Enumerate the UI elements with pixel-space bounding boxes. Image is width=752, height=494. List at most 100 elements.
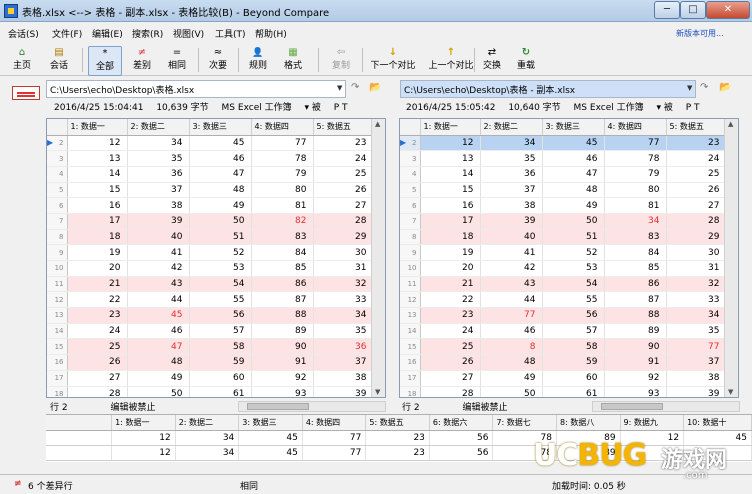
minimize-button[interactable]: ─ (654, 1, 680, 19)
table-cell[interactable]: 13 (420, 150, 481, 167)
table-cell[interactable]: 21 (67, 276, 128, 293)
menu-help[interactable]: 帮助(H) (255, 27, 287, 40)
table-cell[interactable]: 47 (127, 338, 190, 356)
table-cell[interactable]: 29 (666, 229, 727, 246)
table-row[interactable]: 9 19 41 52 84 30 (400, 244, 727, 261)
table-cell[interactable]: 44 (480, 291, 543, 309)
table-row[interactable]: 2 12 34 45 77 23 (400, 135, 727, 152)
table-cell[interactable]: 77 (480, 307, 543, 324)
table-row[interactable]: 15 25 8 58 90 77 (400, 338, 727, 356)
left-column-header[interactable]: 5: 数据五 (313, 119, 374, 136)
table-cell[interactable]: 27 (67, 370, 128, 387)
table-cell[interactable]: 36 (480, 166, 543, 183)
menu-search[interactable]: 搜索(R) (132, 27, 163, 40)
table-cell[interactable]: 19 (67, 244, 128, 261)
table-row[interactable]: 5 15 37 48 80 26 (400, 182, 727, 199)
table-cell[interactable]: 47 (542, 166, 605, 183)
table-cell[interactable]: 28 (666, 213, 727, 230)
right-column-header[interactable]: 3: 数据三 (542, 119, 605, 136)
table-cell[interactable]: 50 (480, 386, 543, 397)
table-cell[interactable]: 51 (542, 229, 605, 246)
table-cell[interactable]: 46 (480, 323, 543, 340)
table-cell[interactable]: 23 (420, 307, 481, 324)
table-cell[interactable]: 45 (542, 135, 605, 152)
table-cell[interactable]: 43 (480, 276, 543, 293)
table-row[interactable]: 13 23 45 56 88 34 (47, 307, 374, 324)
right-path-dropdown-icon[interactable]: ▼ (687, 84, 692, 92)
table-cell[interactable]: 46 (542, 150, 605, 167)
menu-session[interactable]: 会话(S) (8, 27, 39, 40)
next-diff-button[interactable]: ↓ 下一个对比 (366, 46, 420, 76)
table-cell[interactable]: 56 (542, 307, 605, 324)
table-cell[interactable]: 28 (313, 213, 374, 230)
table-cell[interactable]: 78 (604, 150, 667, 167)
table-cell[interactable]: 18 (67, 229, 128, 246)
left-scroll-thumb[interactable] (247, 403, 309, 410)
table-cell[interactable]: 36 (313, 338, 374, 356)
detail-cell[interactable]: 56 (429, 445, 494, 461)
session-button[interactable]: ▤ 会话 (42, 46, 76, 76)
left-file-format[interactable]: MS Excel 工作簿 (222, 103, 292, 113)
table-cell[interactable]: 39 (127, 213, 190, 230)
menu-view[interactable]: 视图(V) (173, 27, 204, 40)
table-cell[interactable]: 36 (127, 166, 190, 183)
detail-cell[interactable]: 77 (302, 430, 367, 446)
table-cell[interactable]: 20 (420, 260, 481, 277)
table-row[interactable]: 10 20 42 53 85 31 (47, 260, 374, 277)
table-row[interactable]: 11 21 43 54 86 32 (47, 276, 374, 293)
table-cell[interactable]: 54 (542, 276, 605, 293)
table-cell[interactable]: 23 (313, 135, 374, 152)
detail-cell[interactable]: 23 (365, 430, 430, 446)
show-diff-button[interactable]: ≠ 差别 (127, 46, 157, 76)
table-cell[interactable]: 60 (542, 370, 605, 387)
table-cell[interactable]: 33 (666, 291, 727, 309)
table-cell[interactable]: 88 (604, 307, 667, 324)
table-cell[interactable]: 90 (251, 338, 314, 356)
table-cell[interactable]: 93 (251, 386, 314, 397)
table-cell[interactable]: 81 (251, 197, 314, 214)
detail-cell[interactable]: 34 (175, 445, 240, 461)
table-cell[interactable]: 32 (666, 276, 727, 293)
table-cell[interactable]: 92 (604, 370, 667, 387)
table-cell[interactable]: 44 (127, 291, 190, 309)
table-row[interactable]: 4 14 36 47 79 25 (400, 166, 727, 183)
table-cell[interactable]: 34 (604, 213, 667, 230)
table-row[interactable]: 12 22 44 55 87 33 (47, 291, 374, 309)
table-cell[interactable]: 79 (604, 166, 667, 183)
right-column-header[interactable]: 4: 数据四 (604, 119, 667, 136)
table-cell[interactable]: 77 (251, 135, 314, 152)
table-cell[interactable]: 19 (420, 244, 481, 261)
table-cell[interactable]: 49 (480, 370, 543, 387)
table-row[interactable]: 6 16 38 49 81 27 (47, 197, 374, 214)
table-cell[interactable]: 85 (251, 260, 314, 277)
table-cell[interactable]: 48 (480, 354, 543, 371)
table-cell[interactable]: 41 (480, 244, 543, 261)
table-cell[interactable]: 45 (189, 135, 252, 152)
table-cell[interactable]: 88 (251, 307, 314, 324)
table-cell[interactable]: 28 (420, 386, 481, 397)
table-cell[interactable]: 17 (420, 213, 481, 230)
table-row[interactable]: 5 15 37 48 80 26 (47, 182, 374, 199)
left-column-header[interactable]: 1: 数据一 (67, 119, 128, 136)
table-cell[interactable]: 60 (189, 370, 252, 387)
menu-tools[interactable]: 工具(T) (215, 27, 246, 40)
table-row[interactable]: 14 24 46 57 89 35 (47, 323, 374, 340)
right-file-format[interactable]: MS Excel 工作簿 (574, 103, 644, 113)
table-cell[interactable]: 37 (480, 182, 543, 199)
table-cell[interactable]: 50 (542, 213, 605, 230)
table-cell[interactable]: 91 (251, 354, 314, 371)
table-cell[interactable]: 61 (542, 386, 605, 397)
table-cell[interactable]: 84 (251, 244, 314, 261)
table-cell[interactable]: 24 (666, 150, 727, 167)
table-cell[interactable]: 38 (313, 370, 374, 387)
right-file-extra[interactable]: ▾ 被 (656, 103, 672, 113)
table-row[interactable]: 2 12 34 45 77 23 (47, 135, 374, 152)
table-cell[interactable]: 26 (67, 354, 128, 371)
left-column-header[interactable]: 3: 数据三 (189, 119, 252, 136)
table-cell[interactable]: 20 (67, 260, 128, 277)
table-cell[interactable]: 54 (189, 276, 252, 293)
table-cell[interactable]: 53 (542, 260, 605, 277)
table-cell[interactable]: 38 (480, 197, 543, 214)
table-cell[interactable]: 77 (666, 338, 727, 356)
table-cell[interactable]: 27 (666, 197, 727, 214)
